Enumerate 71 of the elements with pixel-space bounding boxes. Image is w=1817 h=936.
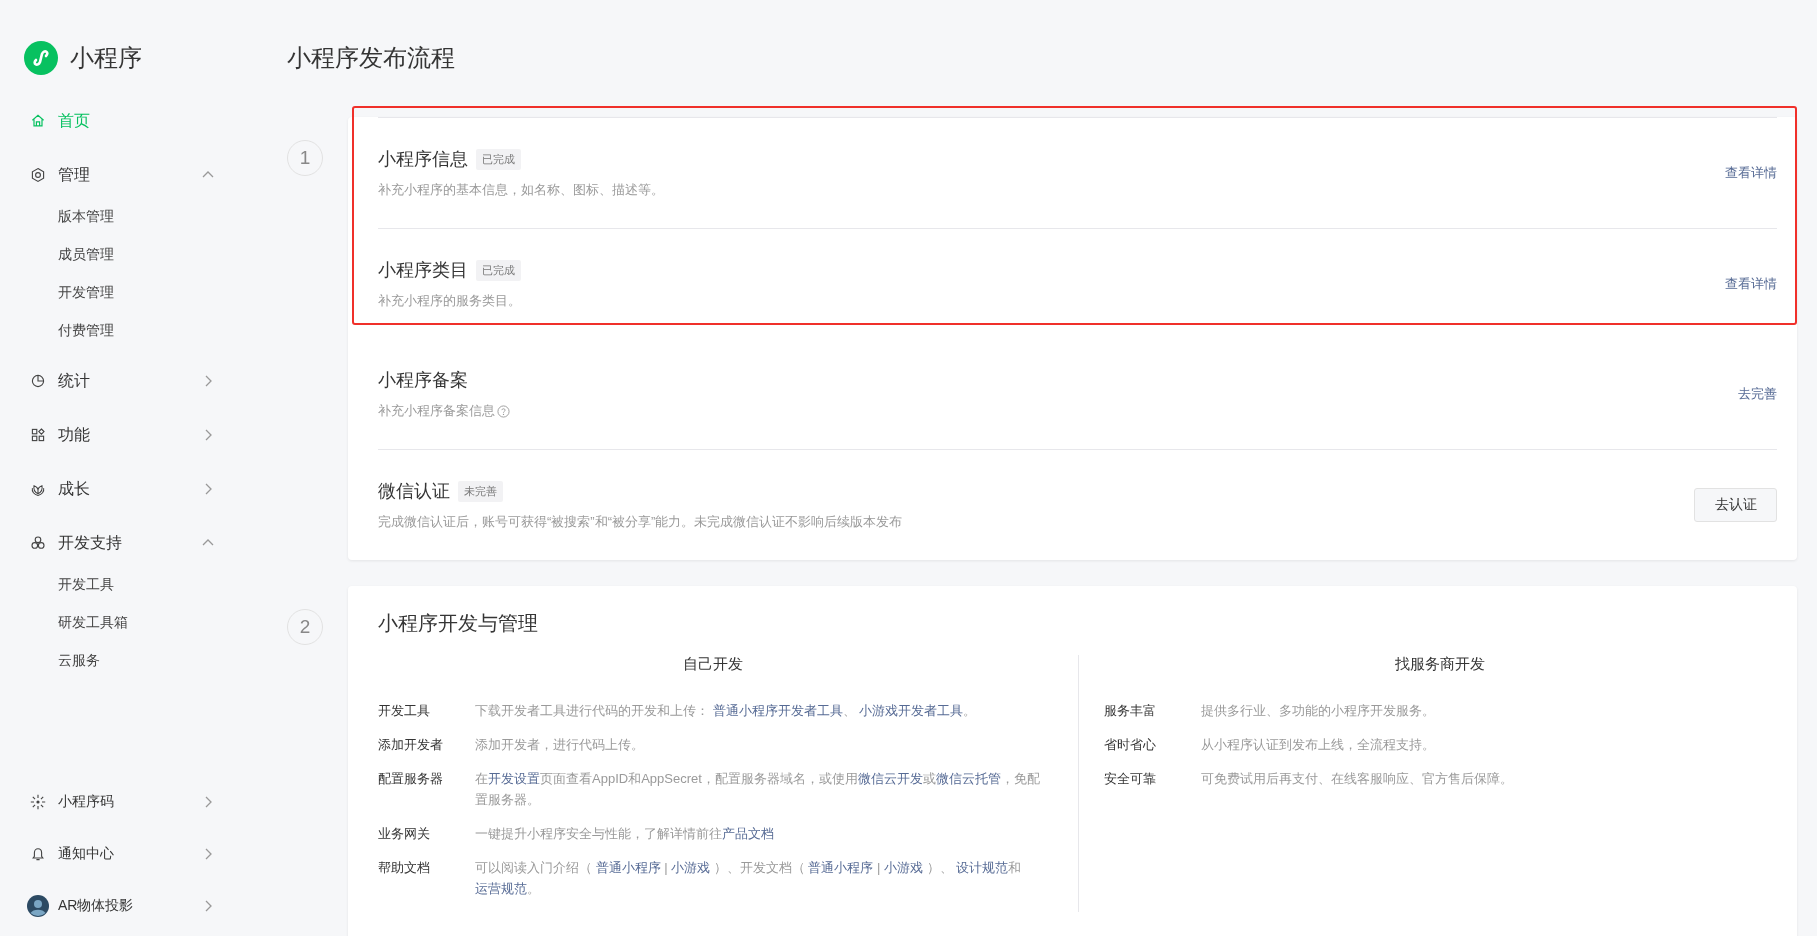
task-description: 补充小程序的服务类目。 xyxy=(378,292,521,310)
row-description: 在开发设置页面查看AppID和AppSecret，配置服务器域名，或使用微信云开发或微信云托管，免配置服务器。 xyxy=(475,770,1041,809)
burst-icon xyxy=(30,794,46,810)
home-icon xyxy=(30,113,46,129)
task-description: 补充小程序备案信息 xyxy=(378,402,495,420)
link[interactable]: 小游戏开发者工具 xyxy=(859,703,964,718)
row-label: 开发工具 xyxy=(378,702,431,720)
task-title: 小程序备案 xyxy=(378,369,468,392)
link[interactable]: 微信云托管 xyxy=(935,771,1001,786)
avatar-icon xyxy=(27,895,49,917)
brand-title: 小程序 xyxy=(70,43,142,73)
step-number: 1 xyxy=(287,140,323,176)
step-number: 2 xyxy=(287,609,323,645)
row-label: 配置服务器 xyxy=(378,770,444,788)
help-icon[interactable] xyxy=(497,404,510,418)
nav-subitem[interactable]: 研发工具箱 xyxy=(24,604,260,642)
nav-subitem[interactable]: 成员管理 xyxy=(24,236,260,274)
details-link[interactable]: 查看详情 xyxy=(1725,275,1777,293)
row-description: 从小程序认证到发布上线，全流程支持。 xyxy=(1200,736,1436,754)
row-description: 一键提升小程序安全与性能，了解详情前往产品文档 xyxy=(475,825,775,843)
nav-item[interactable]: 统计 xyxy=(24,354,214,408)
row-label: 业务网关 xyxy=(378,825,431,843)
nav-item[interactable]: AR物体投影 xyxy=(24,880,214,932)
task-description: 完成微信认证后，账号可获得“被搜索”和“被分享”能力。未完成微信认证不影响后续版本发布 xyxy=(378,513,903,531)
row-description: 可免费试用后再支付、在线客服响应、官方售后保障。 xyxy=(1200,770,1514,788)
nav-item[interactable]: 通知中心 xyxy=(24,828,214,880)
details-link[interactable]: 去完善 xyxy=(1738,385,1777,403)
pie-chart-icon xyxy=(30,373,46,389)
nav-subitem[interactable]: 开发管理 xyxy=(24,274,260,312)
task-title: 微信认证 xyxy=(378,480,450,503)
link[interactable]: 运营规范 xyxy=(475,881,527,896)
bell-icon xyxy=(30,846,46,862)
nav-subitem[interactable]: 付费管理 xyxy=(24,312,260,350)
nav-item[interactable]: 小程序码 xyxy=(24,776,214,828)
task-description: 补充小程序的基本信息，如名称、图标、描述等。 xyxy=(378,181,664,199)
page-title: 小程序发布流程 xyxy=(287,44,456,73)
grid-icon xyxy=(30,427,46,443)
link[interactable]: 普通小程序 xyxy=(808,860,874,875)
row-description: 添加开发者，进行代码上传。 xyxy=(475,736,645,754)
row-description: 提供多行业、多功能的小程序开发服务。 xyxy=(1200,702,1436,720)
link[interactable]: 设计规范 xyxy=(956,860,1009,875)
status-badge: 已完成 xyxy=(476,148,521,170)
logo-icon xyxy=(24,41,58,75)
nav-item[interactable]: 成长 xyxy=(24,462,214,516)
status-badge: 已完成 xyxy=(476,259,521,281)
nav-subitem[interactable]: 云服务 xyxy=(24,642,260,680)
details-link[interactable]: 查看详情 xyxy=(1725,164,1777,182)
link[interactable]: 普通小程序 xyxy=(595,860,661,875)
row-label: 省时省心 xyxy=(1103,736,1157,754)
row-description: 下载开发者工具进行代码的开发和上传： 普通小程序开发者工具、 小游戏开发者工具。 xyxy=(475,702,978,720)
column-heading: 自己开发 xyxy=(681,655,744,674)
column-heading: 找服务商开发 xyxy=(1394,655,1487,674)
row-label: 服务丰富 xyxy=(1103,702,1157,720)
row-label: 安全可靠 xyxy=(1103,770,1157,788)
task-title: 小程序信息 xyxy=(378,148,468,171)
link[interactable]: 小游戏 xyxy=(884,860,924,875)
verify-button[interactable]: 去认证 xyxy=(1694,488,1777,522)
row-description: 可以阅读入门介绍（ 普通小程序 | 小游戏 ）、开发文档（ 普通小程序 | 小游戏 ）、 设计规范和 运营规范。 xyxy=(475,859,1023,898)
task-title: 小程序类目 xyxy=(378,259,468,282)
link[interactable]: 产品文档 xyxy=(722,826,774,841)
nav-item[interactable]: 功能 xyxy=(24,408,214,462)
row-label: 添加开发者 xyxy=(378,736,444,754)
section-title: 小程序开发与管理 xyxy=(378,611,539,636)
link[interactable]: 普通小程序开发者工具 xyxy=(712,703,843,718)
circles-icon xyxy=(30,535,46,551)
link[interactable]: 小游戏 xyxy=(671,860,711,875)
link[interactable]: 微信云开发 xyxy=(857,771,923,786)
link[interactable]: 开发设置 xyxy=(488,771,540,786)
row-label: 帮助文档 xyxy=(378,859,431,877)
hexagon-icon xyxy=(30,167,46,183)
status-badge: 未完善 xyxy=(458,480,503,502)
